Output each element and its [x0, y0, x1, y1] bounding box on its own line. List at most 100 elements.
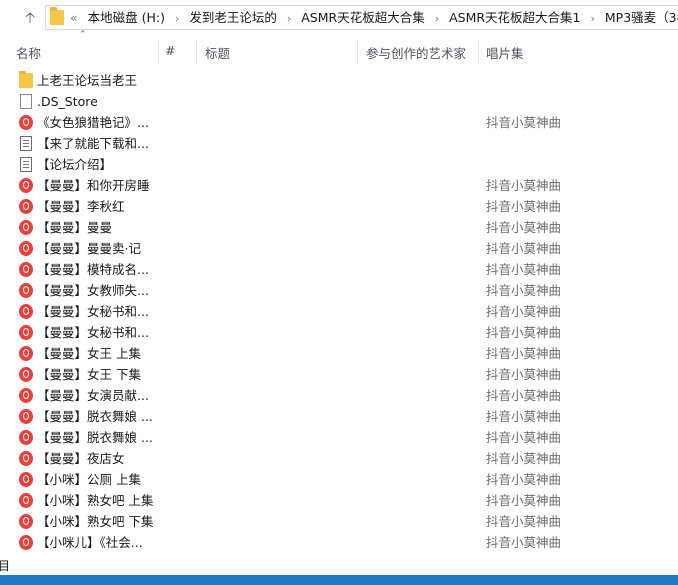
music-icon [19, 346, 33, 361]
file-row[interactable]: 【曼曼】曼曼卖·记 抖音小莫神曲 [0, 238, 678, 259]
music-icon [19, 451, 33, 466]
breadcrumb-mp3[interactable]: MP3骚麦（381） [605, 6, 678, 29]
column-divider[interactable] [196, 40, 197, 64]
music-icon [19, 535, 33, 550]
file-name: 【曼曼】曼曼 [37, 220, 113, 235]
chevron-right-icon[interactable]: › [591, 7, 595, 30]
file-row[interactable]: 《女色狼猎艳记》... 抖音小莫神曲 [0, 112, 678, 133]
music-icon [19, 325, 33, 340]
breadcrumb: « 本地磁盘 (H:) › 发到老王论坛的 › ASMR天花板超大合集 › AS… [70, 6, 678, 29]
file-row[interactable]: 【曼曼】女演员献... 抖音小莫神曲 [0, 385, 678, 406]
file-row[interactable]: 【曼曼】曼曼 抖音小莫神曲 [0, 217, 678, 238]
music-icon [19, 283, 33, 298]
chevron-right-icon[interactable]: › [287, 7, 291, 30]
file-row[interactable]: 【曼曼】模特成名... 抖音小莫神曲 [0, 259, 678, 280]
file-album: 抖音小莫神曲 [486, 388, 562, 403]
breadcrumb-drive[interactable]: 本地磁盘 (H:) [88, 6, 165, 29]
music-icon [19, 472, 33, 487]
file-row[interactable]: 【曼曼】女王 上集 抖音小莫神曲 [0, 343, 678, 364]
column-artist[interactable]: 参与创作的艺术家 [366, 43, 466, 62]
file-row[interactable]: .DS_Store [0, 91, 678, 112]
file-name: 【曼曼】女演员献... [37, 388, 149, 403]
up-arrow-icon[interactable]: 🡡 [22, 9, 38, 27]
file-album: 抖音小莫神曲 [486, 451, 562, 466]
music-icon [19, 115, 33, 130]
music-icon [19, 199, 33, 214]
folder-icon [19, 71, 33, 88]
file-row[interactable]: 【曼曼】和你开房睡 抖音小莫神曲 [0, 175, 678, 196]
file-name: 【曼曼】夜店女 [37, 451, 125, 466]
file-album: 抖音小莫神曲 [486, 262, 562, 277]
file-name: .DS_Store [37, 94, 98, 109]
file-name: 【曼曼】女王 上集 [37, 346, 141, 361]
file-album: 抖音小莫神曲 [486, 535, 562, 550]
file-row[interactable]: 【来了就能下载和... [0, 133, 678, 154]
file-row[interactable]: 【论坛介绍】 [0, 154, 678, 175]
file-album: 抖音小莫神曲 [486, 283, 562, 298]
file-row[interactable]: 【小咪】熟女吧 上集 抖音小莫神曲 [0, 490, 678, 511]
column-title[interactable]: 标题 [205, 43, 230, 62]
file-list: 上老王论坛当老王 .DS_Store 《女色狼猎艳记》... 抖音小莫神曲 【来了就能下… [0, 70, 678, 553]
file-name: 【来了就能下载和... [37, 136, 149, 151]
column-divider[interactable] [158, 40, 159, 64]
breadcrumb-collection[interactable]: ASMR天花板超大合集 [301, 6, 424, 29]
column-header: ⌃ 名称 # 标题 参与创作的艺术家 唱片集 [0, 30, 678, 66]
file-name: 【曼曼】脱衣舞娘 ... [37, 430, 153, 445]
file-row[interactable]: 【曼曼】女王 下集 抖音小莫神曲 [0, 364, 678, 385]
breadcrumb-forum[interactable]: 发到老王论坛的 [189, 6, 277, 29]
music-icon [19, 241, 33, 256]
column-album[interactable]: 唱片集 [486, 43, 524, 62]
address-bar-area: 🡡 « 本地磁盘 (H:) › 发到老王论坛的 › ASMR天花板超大合集 › … [0, 0, 678, 36]
file-album: 抖音小莫神曲 [486, 346, 562, 361]
file-row[interactable]: 【小咪】熟女吧 下集 抖音小莫神曲 [0, 511, 678, 532]
chevron-right-icon[interactable]: › [175, 7, 179, 30]
file-album: 抖音小莫神曲 [486, 220, 562, 235]
music-icon [19, 409, 33, 424]
file-album: 抖音小莫神曲 [486, 472, 562, 487]
file-row[interactable]: 【曼曼】脱衣舞娘 ... 抖音小莫神曲 [0, 406, 678, 427]
breadcrumb-overflow[interactable]: « [70, 6, 78, 29]
file-row[interactable]: 【曼曼】女秘书和... 抖音小莫神曲 [0, 301, 678, 322]
file-row[interactable]: 【曼曼】女秘书和... 抖音小莫神曲 [0, 322, 678, 343]
file-album: 抖音小莫神曲 [486, 409, 562, 424]
file-album: 抖音小莫神曲 [486, 199, 562, 214]
file-row[interactable]: 【曼曼】李秋红 抖音小莫神曲 [0, 196, 678, 217]
text-file-icon [20, 157, 32, 172]
breadcrumb-collection-1[interactable]: ASMR天花板超大合集1 [449, 6, 580, 29]
music-icon [19, 220, 33, 235]
status-text: 目 [0, 559, 11, 573]
file-row[interactable]: 【曼曼】女教师失... 抖音小莫神曲 [0, 280, 678, 301]
file-name: 【曼曼】李秋红 [37, 199, 125, 214]
music-icon [19, 367, 33, 382]
blank-file-icon [20, 94, 32, 109]
file-name: 【论坛介绍】 [37, 157, 113, 172]
file-album: 抖音小莫神曲 [486, 325, 562, 340]
file-name: 【小咪】公厕 上集 [37, 472, 141, 487]
file-name: 【曼曼】曼曼卖·记 [37, 241, 141, 256]
address-bar[interactable]: « 本地磁盘 (H:) › 发到老王论坛的 › ASMR天花板超大合集 › AS… [45, 5, 678, 30]
file-row[interactable]: 上老王论坛当老王 [0, 70, 678, 91]
column-divider[interactable] [357, 40, 358, 64]
music-icon [19, 514, 33, 529]
file-row[interactable]: 【小咪】公厕 上集 抖音小莫神曲 [0, 469, 678, 490]
file-name: 【曼曼】女秘书和... [37, 304, 149, 319]
status-bar: 目 [0, 553, 678, 575]
file-row[interactable]: 【曼曼】夜店女 抖音小莫神曲 [0, 448, 678, 469]
file-row[interactable]: 【曼曼】脱衣舞娘 ... 抖音小莫神曲 [0, 427, 678, 448]
file-name: 【小咪】熟女吧 上集 [37, 493, 154, 508]
file-album: 抖音小莫神曲 [486, 115, 562, 130]
music-icon [19, 493, 33, 508]
file-name: 《女色狼猎艳记》... [37, 115, 149, 130]
column-divider[interactable] [478, 40, 479, 64]
music-icon [19, 388, 33, 403]
folder-icon [50, 7, 64, 25]
file-name: 【曼曼】女王 下集 [37, 367, 141, 382]
column-number[interactable]: # [165, 43, 175, 58]
column-name[interactable]: 名称 [16, 43, 41, 62]
file-album: 抖音小莫神曲 [486, 367, 562, 382]
file-row[interactable]: 【小咪儿】《社会... 抖音小莫神曲 [0, 532, 678, 553]
file-album: 抖音小莫神曲 [486, 304, 562, 319]
music-icon [19, 178, 33, 193]
music-icon [19, 430, 33, 445]
chevron-right-icon[interactable]: › [435, 7, 439, 30]
